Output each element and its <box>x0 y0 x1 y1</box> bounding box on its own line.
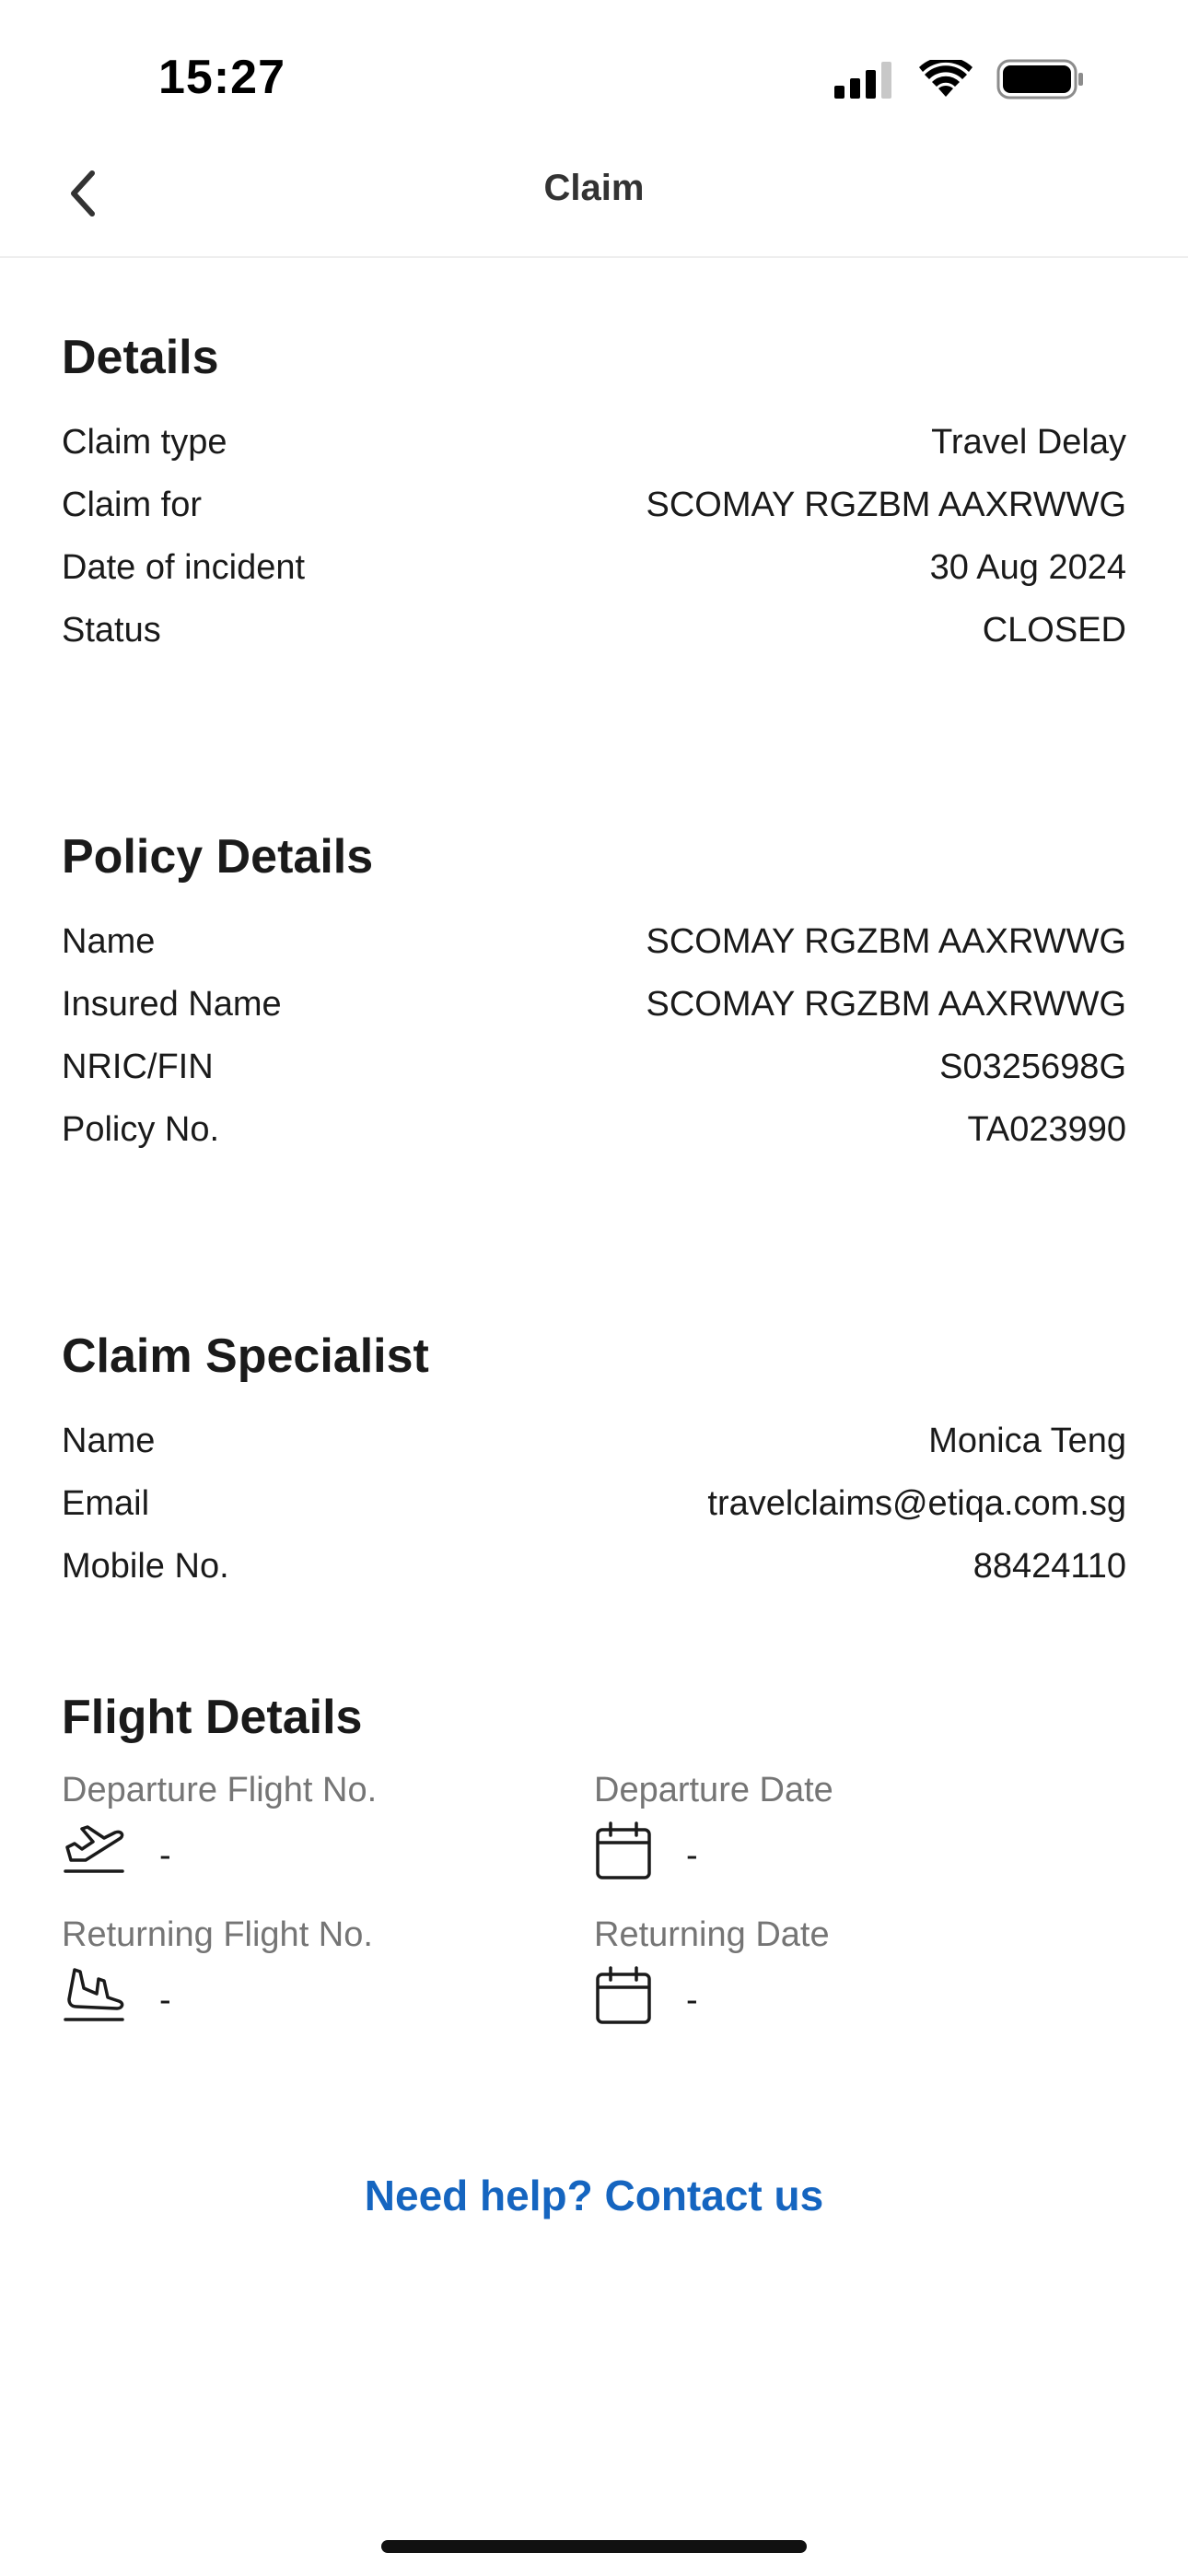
specialist-title: Claim Specialist <box>62 1329 429 1383</box>
flight-section: Flight Details Departure Flight No. - De… <box>62 1690 1126 2032</box>
policy-row-policy-no: Policy No. TA023990 <box>62 1098 1126 1161</box>
row-value: SCOMAY RGZBM AAXRWWG <box>646 485 1127 524</box>
policy-section: Policy Details Name SCOMAY RGZBM AAXRWWG… <box>62 829 1126 1161</box>
row-label: Policy No. <box>62 1109 220 1149</box>
returning-date-label: Returning Date <box>594 1915 830 1954</box>
flight-title: Flight Details <box>62 1691 363 1744</box>
contact-us-link[interactable]: Need help? Contact us <box>0 2171 1188 2220</box>
status-badge: CLOSED <box>982 610 1126 650</box>
departure-flight-cell: Departure Flight No. - <box>62 1771 594 1888</box>
specialist-row-mobile: Mobile No. 88424110 <box>62 1535 1126 1598</box>
specialist-email: travelclaims@etiqa.com.sg <box>707 1483 1126 1523</box>
departure-flight-label: Departure Flight No. <box>62 1771 378 1809</box>
status-time: 15:27 <box>158 51 285 104</box>
row-value: Travel Delay <box>931 422 1126 462</box>
plane-landing-icon <box>62 1966 126 2034</box>
row-label: Name <box>62 921 156 961</box>
status-icons <box>834 56 1085 104</box>
policy-row-name: Name SCOMAY RGZBM AAXRWWG <box>62 910 1126 973</box>
detail-row-date-of-incident: Date of incident 30 Aug 2024 <box>62 536 1126 599</box>
policy-row-nric: NRIC/FIN S0325698G <box>62 1036 1126 1098</box>
row-label: Claim for <box>62 485 203 524</box>
nav-bar: Claim <box>0 147 1188 258</box>
cellular-signal-icon <box>834 60 895 103</box>
row-label: Date of incident <box>62 547 306 587</box>
departure-flight-value: - <box>159 1835 171 1875</box>
returning-date-cell: Returning Date - <box>594 1915 1126 2032</box>
returning-flight-value: - <box>159 1980 171 2020</box>
row-label: Insured Name <box>62 984 282 1024</box>
row-value: 30 Aug 2024 <box>929 547 1126 587</box>
detail-row-claim-for: Claim for SCOMAY RGZBM AAXRWWG <box>62 474 1126 536</box>
policy-row-insured-name: Insured Name SCOMAY RGZBM AAXRWWG <box>62 973 1126 1036</box>
page-title: Claim <box>543 168 645 208</box>
detail-row-claim-type: Claim type Travel Delay <box>62 411 1126 474</box>
returning-date-value: - <box>686 1980 698 2020</box>
plane-takeoff-icon <box>62 1823 126 1888</box>
details-section: Details Claim type Travel Delay Claim fo… <box>62 330 1126 662</box>
specialist-row-email: Email travelclaims@etiqa.com.sg <box>62 1472 1126 1535</box>
flight-grid: Departure Flight No. - Departure Date - … <box>62 1771 1126 2032</box>
specialist-section: Claim Specialist Name Monica Teng Email … <box>62 1329 1126 1598</box>
row-value: SCOMAY RGZBM AAXRWWG <box>646 984 1127 1024</box>
row-value: S0325698G <box>939 1047 1126 1086</box>
policy-title: Policy Details <box>62 830 374 884</box>
calendar-icon <box>594 1821 653 1891</box>
row-value: TA023990 <box>967 1109 1126 1149</box>
specialist-mobile: 88424110 <box>973 1546 1126 1586</box>
battery-icon <box>996 59 1085 104</box>
row-label: Mobile No. <box>62 1546 229 1586</box>
status-bar: 15:27 <box>0 0 1188 147</box>
row-label: Email <box>62 1483 150 1523</box>
row-label: Name <box>62 1421 156 1460</box>
home-indicator <box>381 2540 807 2553</box>
wifi-icon <box>919 56 973 103</box>
departure-date-cell: Departure Date - <box>594 1771 1126 1888</box>
row-value: Monica Teng <box>928 1421 1126 1460</box>
calendar-icon <box>594 1965 653 2035</box>
row-label: NRIC/FIN <box>62 1047 214 1086</box>
returning-flight-label: Returning Flight No. <box>62 1915 373 1954</box>
specialist-row-name: Name Monica Teng <box>62 1410 1126 1472</box>
detail-row-status: Status CLOSED <box>62 599 1126 662</box>
row-label: Claim type <box>62 422 227 462</box>
departure-date-value: - <box>686 1835 698 1875</box>
row-label: Status <box>62 610 161 650</box>
details-title: Details <box>62 331 219 384</box>
departure-date-label: Departure Date <box>594 1771 833 1809</box>
returning-flight-cell: Returning Flight No. - <box>62 1915 594 2032</box>
row-value: SCOMAY RGZBM AAXRWWG <box>646 921 1127 961</box>
